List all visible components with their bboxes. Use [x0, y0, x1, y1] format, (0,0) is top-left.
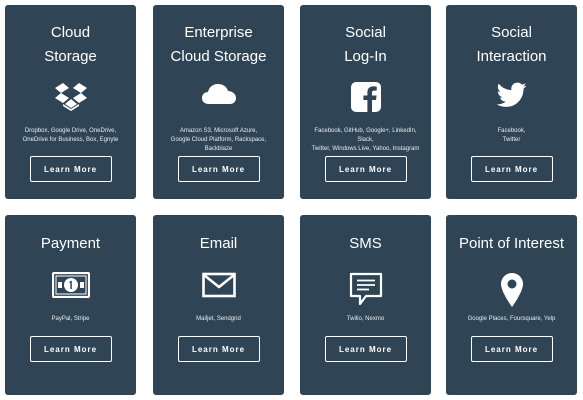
card-title: Enterprise Cloud Storage [153, 5, 284, 69]
facebook-icon [350, 82, 381, 112]
card-description-line: Google Cloud Platform, Rackspace, Backbl… [170, 137, 267, 152]
card-title-line: Storage [44, 48, 97, 65]
card-description-line: Twilio, Nexmo [346, 316, 385, 322]
learn-more-button[interactable]: Learn More [324, 156, 407, 182]
card-description-line: PayPal, Stripe [51, 316, 90, 322]
card-title: SMS [300, 215, 431, 256]
card-enterprise-cloud-storage: Enterprise Cloud Storage Amazon S3, Micr… [153, 5, 284, 199]
card-description: Twilio, Nexmo [300, 315, 431, 330]
card-description-line: Google Places, Foursquare, Yelp [467, 316, 556, 322]
learn-more-button[interactable]: Learn More [29, 156, 112, 182]
card-title: Social Log-In [300, 5, 431, 69]
card-title: Email [153, 215, 284, 256]
learn-more-button[interactable]: Learn More [29, 336, 112, 362]
learn-more-button[interactable]: Learn More [324, 336, 407, 362]
map-pin-icon [500, 273, 523, 307]
learn-more-button[interactable]: Learn More [177, 336, 260, 362]
card-description-line: Twitter, Windows Live, Yahoo, Instagram [311, 146, 420, 152]
card-title-line: Payment [40, 235, 101, 252]
card-title: Social Interaction [446, 5, 577, 69]
card-description: Dropbox, Google Drive, OneDrive, OneDriv… [5, 127, 136, 148]
card-payment: Payment PayPal, Stripe Learn More [5, 215, 136, 395]
card-title-line: Interaction [476, 48, 547, 65]
twitter-icon [496, 82, 526, 107]
cloud-icon [201, 84, 236, 104]
card-title-line: Cloud Storage [170, 48, 267, 65]
card-title: Cloud Storage [5, 5, 136, 69]
learn-more-button[interactable]: Learn More [470, 156, 553, 182]
envelope-icon [201, 272, 236, 298]
card-title-line: Enterprise [184, 24, 253, 41]
card-description-line: Facebook, [497, 128, 526, 134]
dropbox-icon [54, 83, 87, 111]
card-description-line: Mailjet, Sendgrid [196, 316, 241, 322]
learn-more-button[interactable]: Learn More [470, 336, 553, 362]
card-title: Point of Interest [446, 215, 577, 256]
card-cloud-storage: Cloud Storage Dropbox, Google Drive, One… [5, 5, 136, 199]
card-description: Amazon S3, Microsoft Azure, Google Cloud… [153, 127, 284, 152]
card-social-log-in: Social Log-In Facebook, GitHub, Google+,… [300, 5, 431, 199]
chat-bubble-icon [349, 272, 382, 306]
card-description: Facebook, Twitter [446, 127, 577, 148]
card-description: Facebook, GitHub, Google+, LinkedIn, Sla… [300, 127, 431, 152]
card-title-line: Social [491, 24, 532, 41]
card-title-line: Social [345, 24, 386, 41]
card-description: PayPal, Stripe [5, 315, 136, 330]
card-description-line: Facebook, GitHub, Google+, LinkedIn, Sla… [314, 128, 417, 143]
learn-more-button[interactable]: Learn More [177, 156, 260, 182]
card-description-line: Amazon S3, Microsoft Azure, [179, 128, 258, 134]
card-description-line: Dropbox, Google Drive, OneDrive, [24, 128, 117, 134]
card-title-line: Point of Interest [458, 235, 565, 252]
card-sms: SMS Twilio, Nexmo Learn More [300, 215, 431, 395]
card-title: Payment [5, 215, 136, 256]
card-description-line: OneDrive for Business, Box, Egnyte [22, 137, 119, 143]
card-social-interaction: Social Interaction Facebook, Twitter Lea… [446, 5, 577, 199]
card-description-line: Twitter [502, 137, 521, 143]
card-description: Mailjet, Sendgrid [153, 315, 284, 330]
card-title-line: Email [199, 235, 238, 252]
card-title-line: SMS [349, 235, 382, 252]
card-title-line: Log-In [344, 48, 387, 65]
card-point-of-interest: Point of Interest Google Places, Foursqu… [446, 215, 577, 395]
card-email: Email Mailjet, Sendgrid Learn More [153, 215, 284, 395]
banknote-icon [51, 272, 90, 298]
card-title-line: Cloud [50, 24, 91, 41]
card-description: Google Places, Foursquare, Yelp [446, 315, 577, 330]
